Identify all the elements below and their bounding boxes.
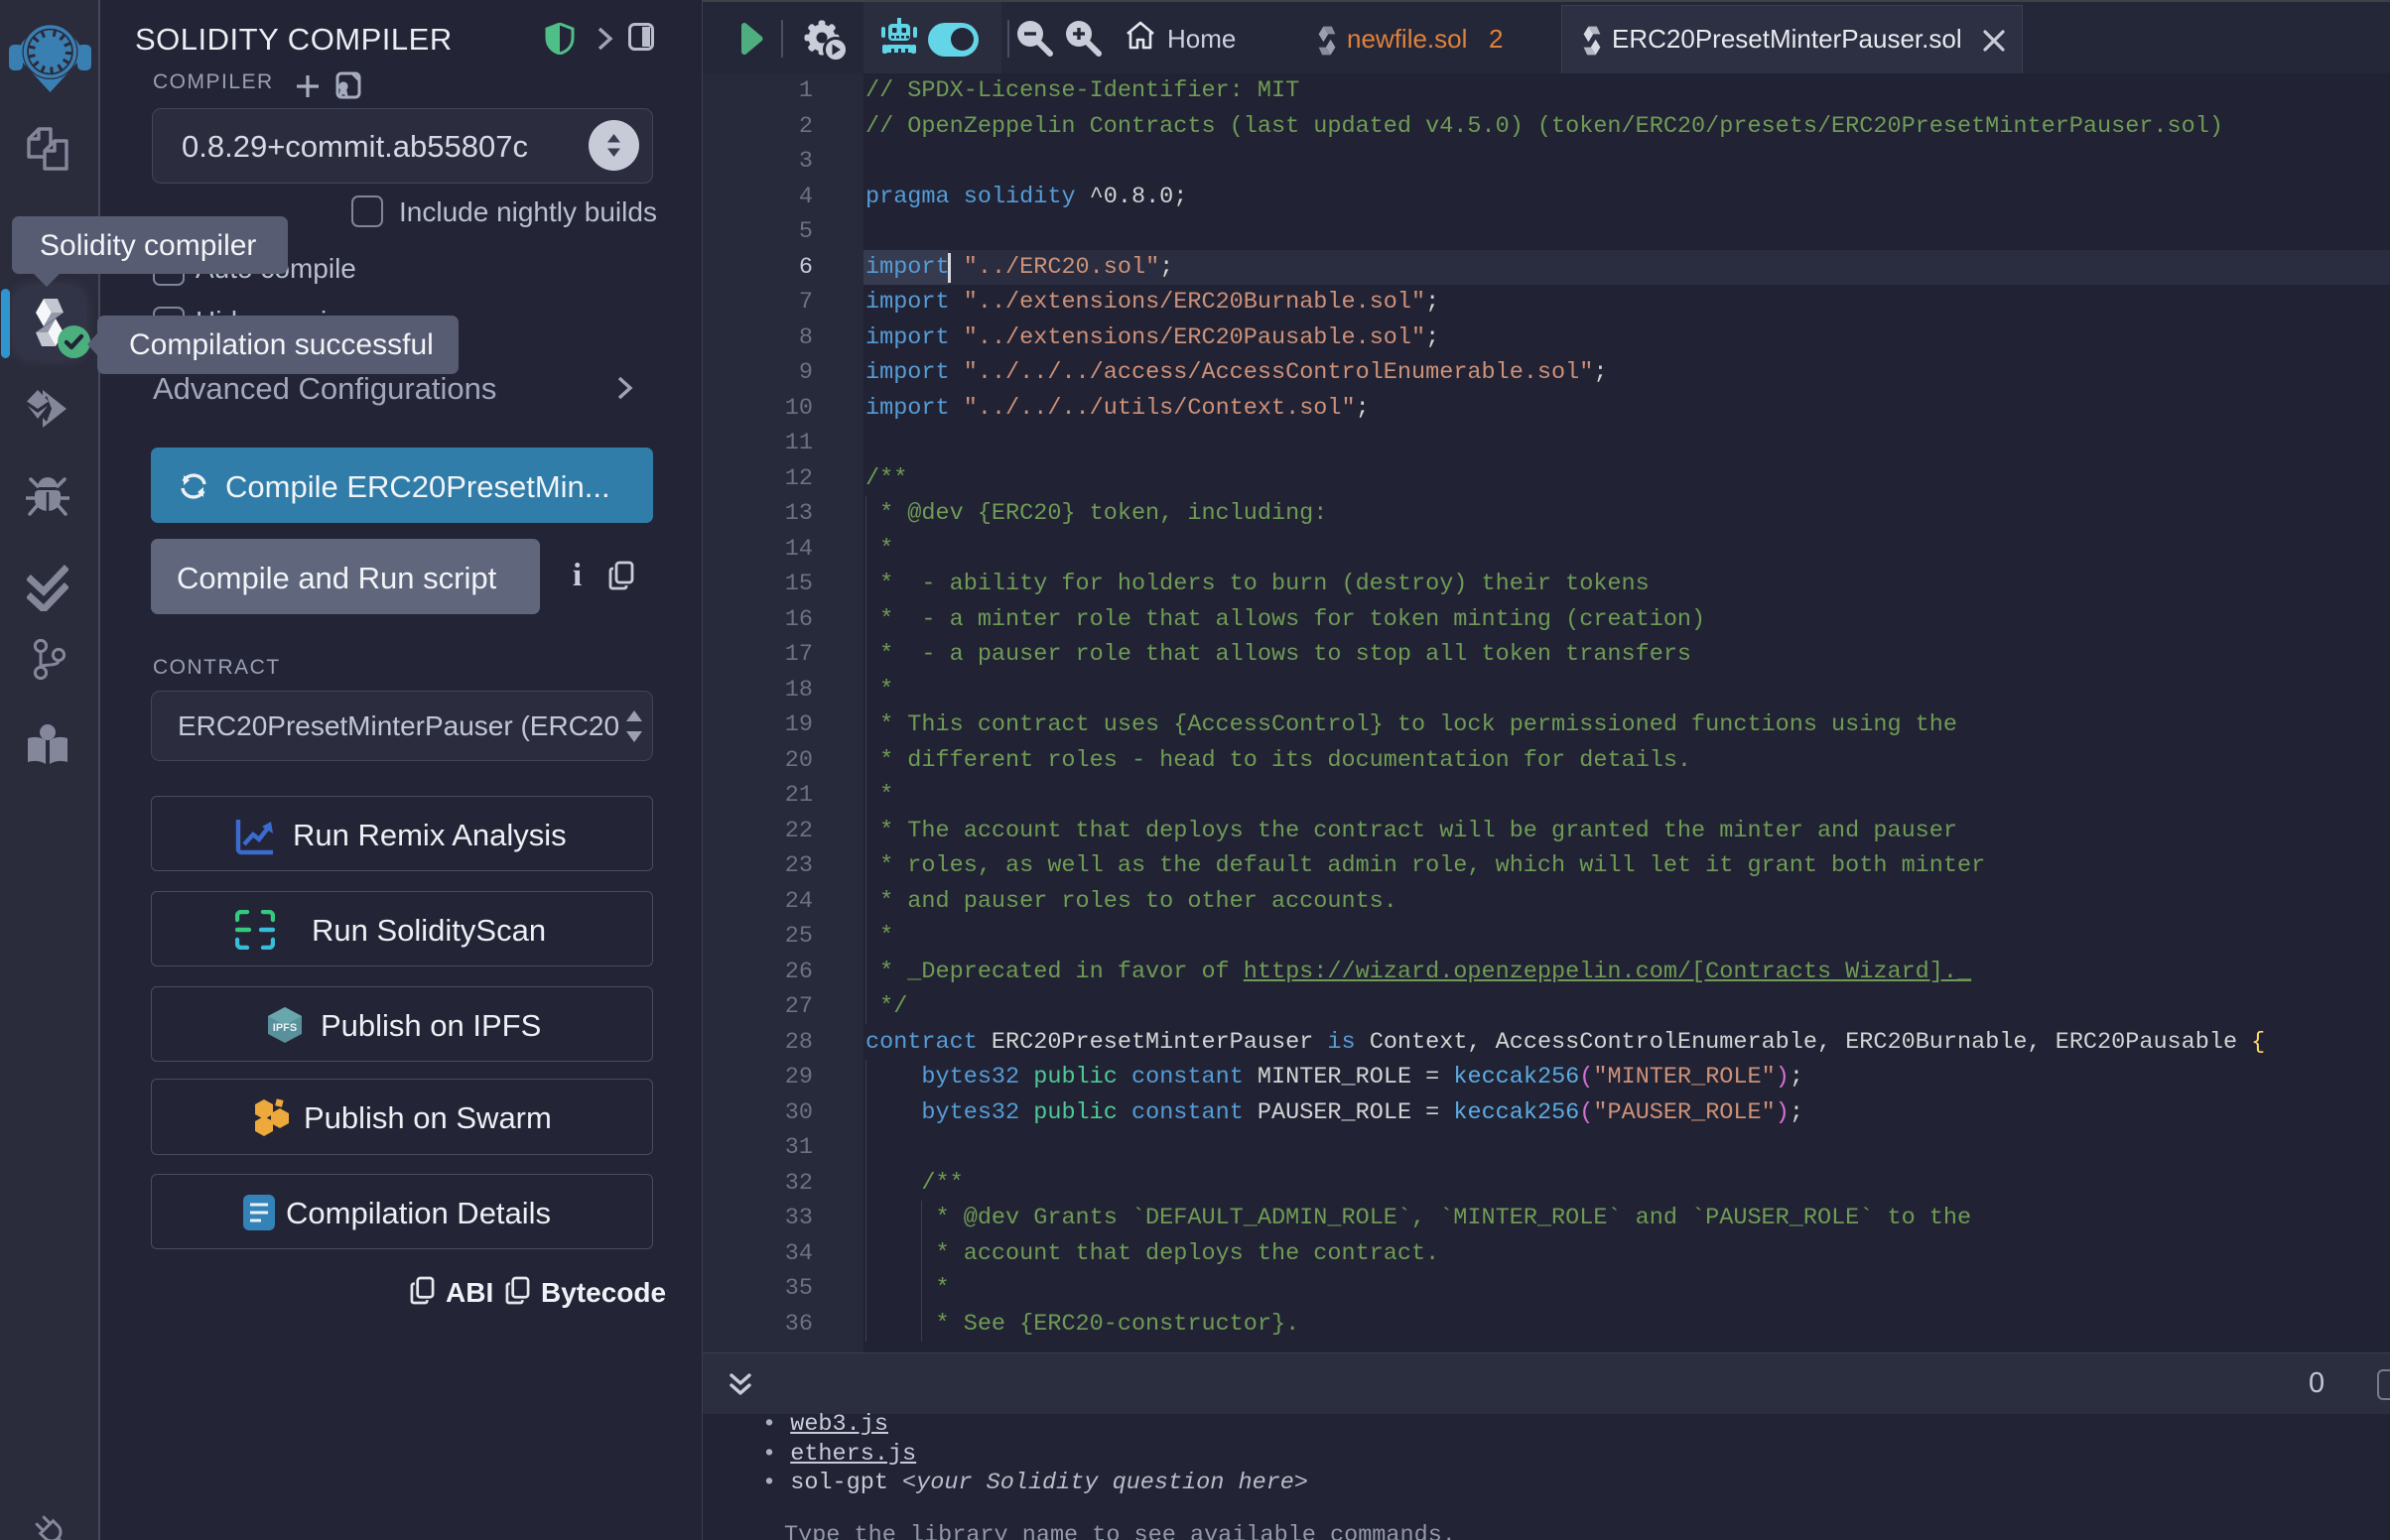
svg-text:IPFS: IPFS: [273, 1022, 297, 1034]
